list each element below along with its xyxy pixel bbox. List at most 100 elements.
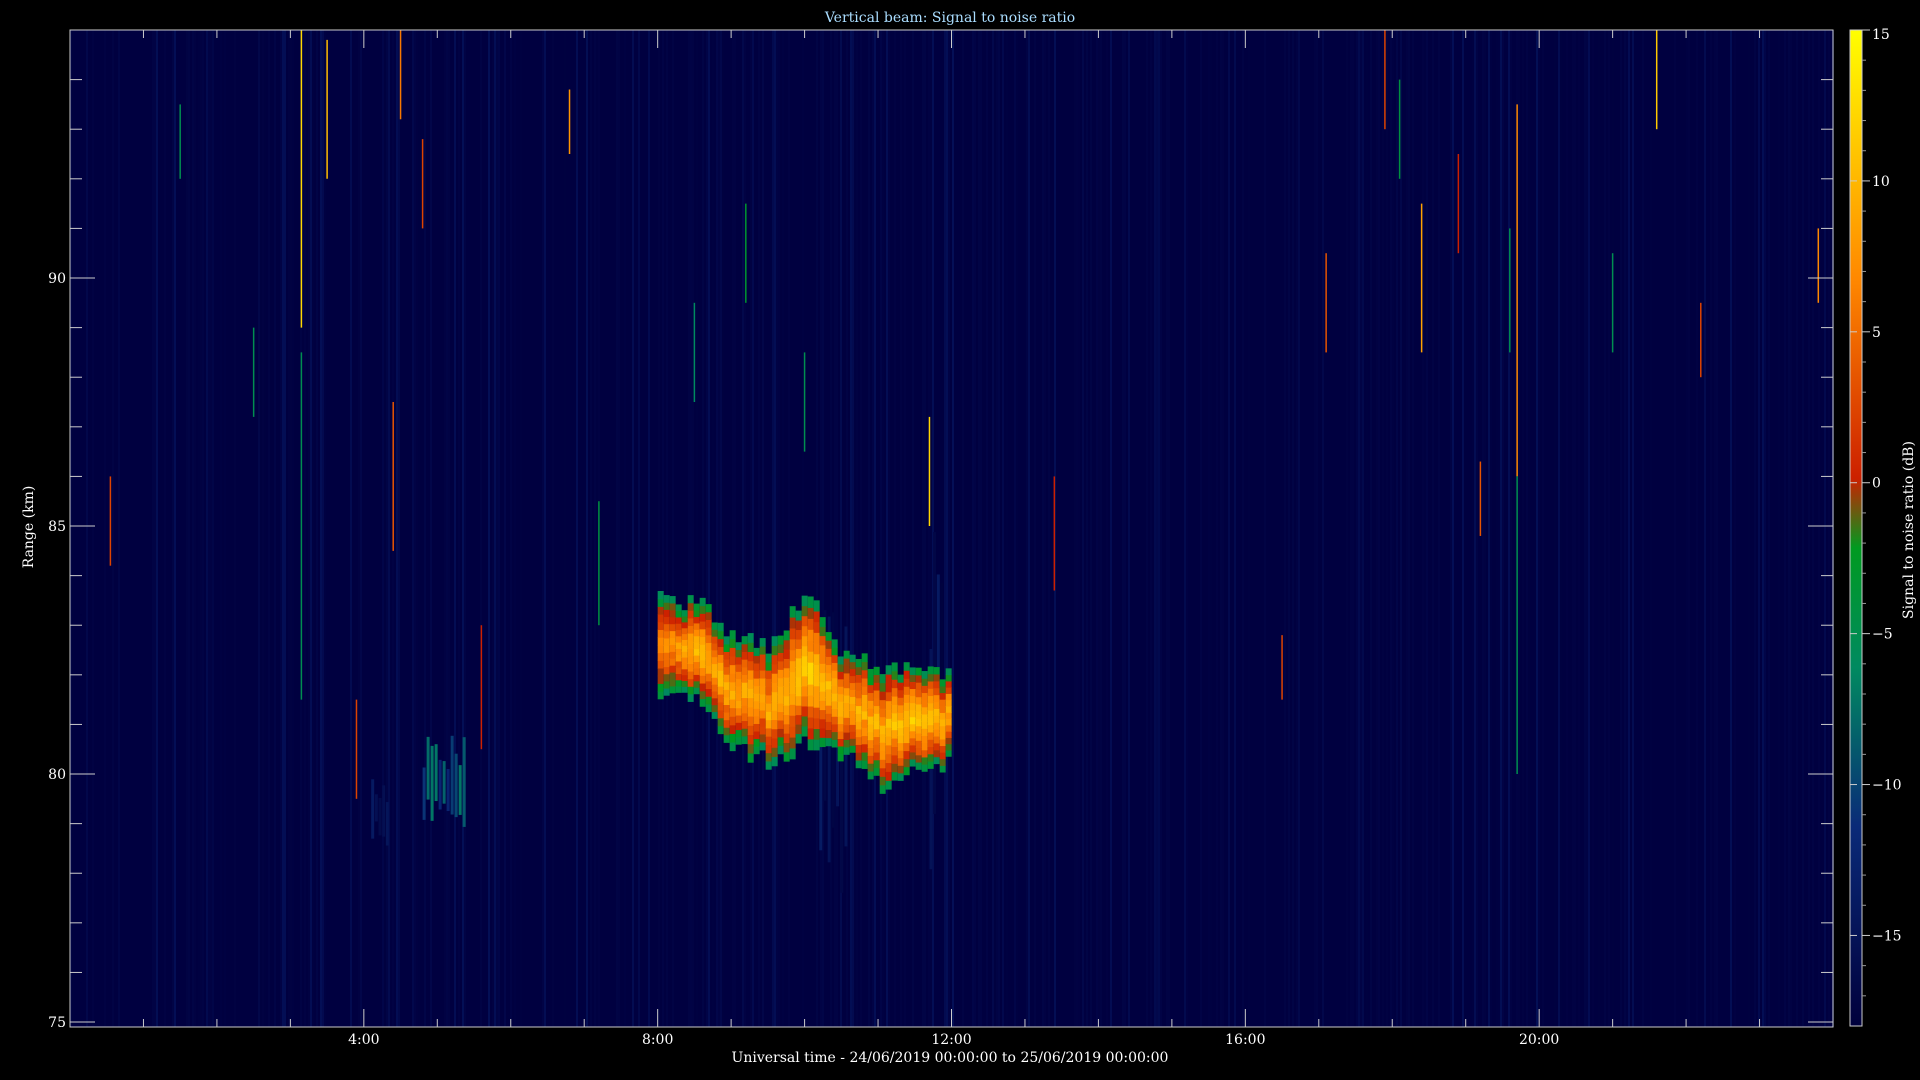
echo-cell [891,763,898,773]
noise-stripe [924,30,926,1027]
echo-cell [903,726,910,736]
noise-stripe [1618,30,1620,1027]
noise-stripe [540,30,542,1027]
noise-stripe [1236,30,1238,1027]
echo-cell [945,674,952,682]
y-tick-label: 90 [48,271,66,287]
noise-stripe [384,30,386,1027]
echo-cell [831,693,838,702]
noise-stripe [1410,30,1412,1027]
echo-cell [855,690,862,699]
noise-stripe [1452,30,1454,1027]
echo-cell [783,714,790,725]
noise-stripe [1662,30,1664,1027]
echo-cell [753,693,760,702]
echo-cell [783,677,790,687]
noise-stripe [1622,30,1624,1027]
noise-stripe [752,30,754,1027]
noise-stripe [1252,30,1254,1027]
noise-stripe [726,30,728,1027]
echo-cell [777,635,784,645]
noise-stripe [1354,30,1356,1027]
echo-cell [933,756,940,765]
noise-stripe [560,30,562,1027]
noise-stripe [1014,30,1016,1027]
noise-stripe [566,30,568,1027]
echo-cell [879,784,886,794]
echo-cell [813,728,820,740]
noise-stripe [378,30,380,1027]
noise-stripe [1606,30,1608,1027]
echo-cell [681,645,688,652]
noise-stripe [850,30,852,1027]
noise-stripe [1170,30,1172,1027]
echo-cell [723,681,730,690]
echo-cell [849,696,856,704]
echo-cell [699,675,706,684]
noise-stripe [1104,30,1106,1027]
noise-stripe [1828,30,1830,1027]
noise-stripe [510,30,512,1027]
echo-cell [783,649,790,659]
noise-stripe [218,30,220,1027]
echo-cell [741,651,748,660]
echo-cell [681,610,688,617]
noise-stripe [1790,30,1792,1027]
noise-stripe [1610,30,1612,1027]
echo-cell [669,623,676,632]
echo-cell [717,717,724,727]
echo-cell [825,705,832,714]
echo-cell [675,610,682,618]
noise-stripe [1110,30,1112,1027]
echo-cell [843,746,850,755]
noise-stripe [1676,30,1678,1027]
echo-cell [825,680,832,690]
echo-cell [789,606,796,618]
echo-cell [765,719,772,729]
noise-stripe [452,30,454,1027]
echo-cell [741,666,748,676]
echo-cell [669,609,676,618]
noise-stripe [286,30,288,1027]
noise-stripe [446,30,448,1027]
echo-cell [885,780,892,790]
noise-stripe [536,30,538,1027]
echo-cell [729,733,736,743]
noise-stripe [1324,30,1326,1027]
noise-stripe [1298,30,1300,1027]
echo-cell [681,674,688,682]
echo-cell [885,700,892,711]
noise-stripe [1286,30,1288,1027]
echo-cell [675,623,682,631]
echo-cell [831,731,838,740]
noise-stripe [1804,30,1806,1027]
echo-cell [873,744,880,753]
echo-cell [801,615,808,627]
x-tick-label: 20:00 [1519,1032,1559,1048]
noise-stripe [770,30,772,1027]
echo-cell [855,666,862,676]
noise-stripe [1216,30,1218,1027]
noise-stripe [420,30,422,1027]
noise-stripe [1624,30,1626,1027]
noise-stripe [602,30,604,1027]
echo-cell [747,752,754,763]
echo-cell [777,660,784,670]
echo-cell [747,651,754,662]
noise-stripe [1022,30,1024,1027]
noise-stripe [1740,30,1742,1027]
echo-cell [933,694,940,703]
echo-cell [837,731,844,739]
echo-cell [783,686,790,697]
echo-cell [873,690,880,699]
echo-cell [849,689,856,698]
echo-cell [693,661,700,669]
noise-stripe [660,30,662,1027]
noise-stripe [308,30,310,1027]
echo-cell [705,619,712,628]
noise-stripe [908,30,910,1027]
echo-cell [801,625,808,637]
echo-cell [807,695,814,707]
echo-cell [843,665,850,674]
echo-cell [705,604,712,613]
